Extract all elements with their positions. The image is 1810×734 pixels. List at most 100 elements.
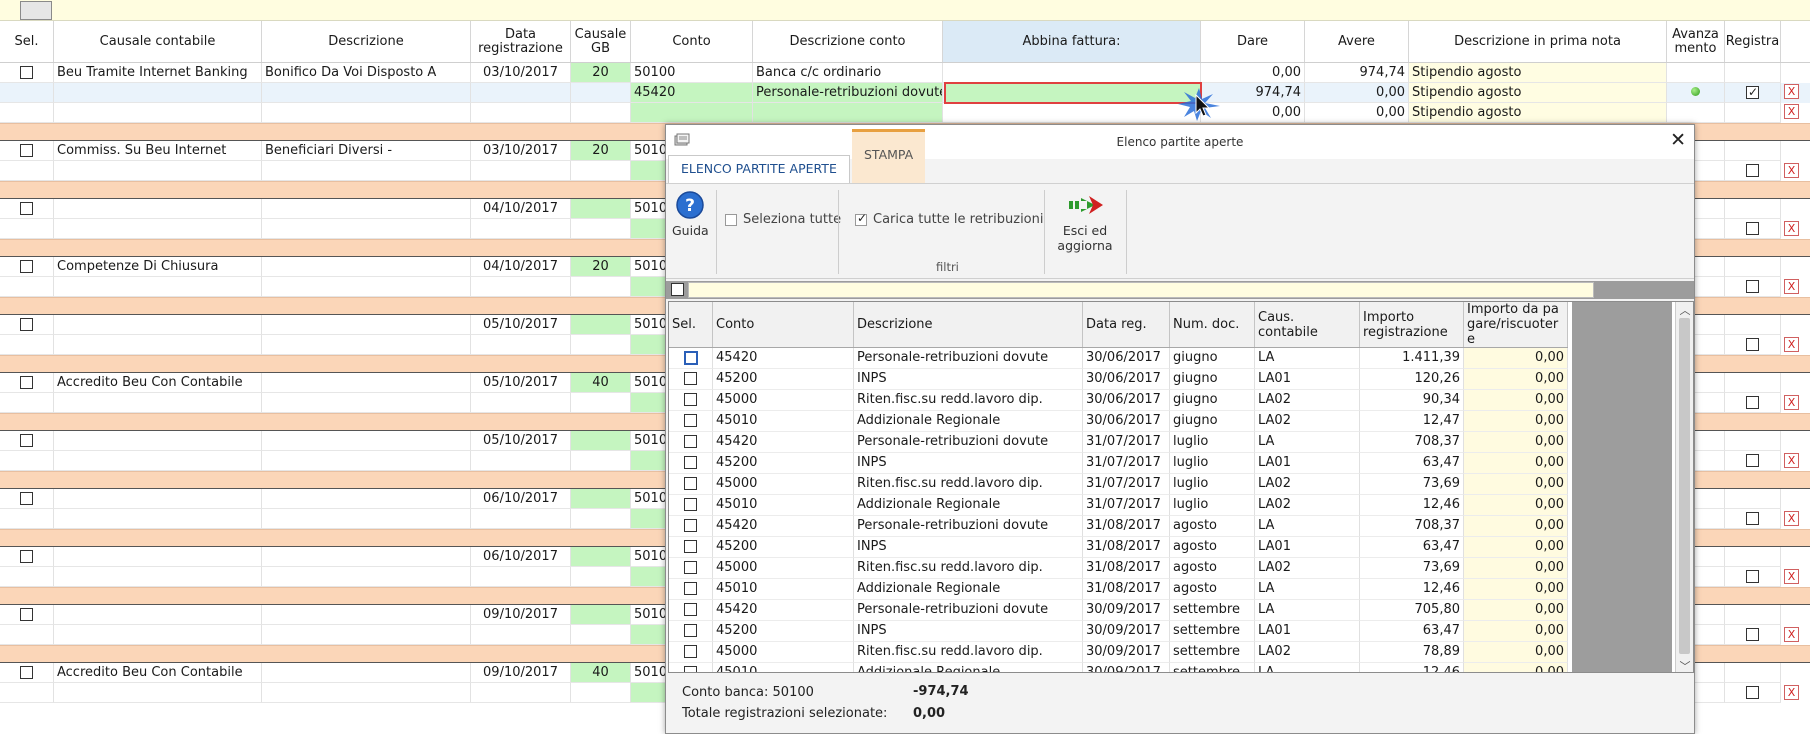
table-row[interactable]: 45420 Personale-retribuzioni dovute 974,…	[0, 83, 1810, 103]
checkbox[interactable]	[725, 213, 737, 226]
row-select-checkbox[interactable]	[20, 66, 33, 79]
select-all-checkbox[interactable]	[671, 283, 684, 296]
causale-gb-cell[interactable]: 20	[571, 63, 631, 83]
registra-checkbox[interactable]	[1746, 512, 1759, 525]
col-importo-da-pagare[interactable]: Importo da pagare/riscuotere	[1464, 302, 1568, 347]
tab-elenco-partite-aperte[interactable]: ELENCO PARTITE APERTE	[668, 155, 850, 183]
remove-row-button[interactable]: X	[1784, 337, 1799, 352]
conto-cell[interactable]	[631, 103, 753, 123]
remove-row-button[interactable]: X	[1784, 453, 1799, 468]
row-select-checkbox[interactable]	[684, 666, 697, 672]
list-item[interactable]: 45010 Addizionale Regionale 31/07/2017 lugl…	[669, 495, 1568, 516]
row-select-cell[interactable]	[669, 348, 713, 369]
registra-checkbox[interactable]	[1746, 222, 1759, 235]
col-avere[interactable]: Avere	[1305, 21, 1409, 62]
prima-nota-cell[interactable]: Stipendio agosto	[1409, 63, 1667, 83]
list-item[interactable]: 45420 Personale-retribuzioni dovute 31/08/…	[669, 516, 1568, 537]
list-item[interactable]: 45420 Personale-retribuzioni dovute 30/09/…	[669, 600, 1568, 621]
row-select-checkbox[interactable]	[684, 414, 697, 427]
avere-cell[interactable]: 0,00	[1305, 103, 1409, 123]
esci-aggiorna-button[interactable]: Esci ed aggiorna	[1050, 190, 1120, 253]
row-select-checkbox[interactable]	[684, 435, 697, 448]
row-select-checkbox[interactable]	[684, 456, 697, 469]
avere-cell[interactable]: 974,74	[1305, 63, 1409, 83]
row-select-checkbox[interactable]	[20, 666, 33, 679]
remove-row-button[interactable]: X	[1784, 569, 1799, 584]
registra-checkbox[interactable]	[1746, 628, 1759, 641]
row-select-cell[interactable]	[669, 558, 713, 579]
guida-button[interactable]: ? Guida	[672, 190, 709, 238]
col-data-reg[interactable]: Data reg.	[1083, 302, 1170, 347]
list-item[interactable]: 45420 Personale-retribuzioni dovute 30/06/…	[669, 348, 1568, 369]
row-select-checkbox[interactable]	[20, 608, 33, 621]
seleziona-tutte-checkbox[interactable]: Seleziona tutte	[725, 212, 841, 227]
registra-checkbox[interactable]	[1746, 164, 1759, 177]
col-avanzamento[interactable]: Avanza mento	[1667, 21, 1725, 62]
row-select-checkbox[interactable]	[20, 202, 33, 215]
list-item[interactable]: 45000 Riten.fisc.su redd.lavoro dip. 31/08…	[669, 558, 1568, 579]
col-conto[interactable]: Conto	[713, 302, 854, 347]
carica-retribuzioni-checkbox[interactable]: Carica tutte le retribuzioni	[855, 211, 1044, 227]
row-select-checkbox[interactable]	[684, 498, 697, 511]
row-select-checkbox[interactable]	[684, 561, 697, 574]
remove-row-button[interactable]: X	[1784, 163, 1799, 178]
descr-conto-cell[interactable]	[753, 103, 943, 123]
col-sel[interactable]: Sel.	[0, 21, 54, 62]
row-select-checkbox[interactable]	[684, 624, 697, 637]
list-item[interactable]: 45000 Riten.fisc.su redd.lavoro dip. 31/07…	[669, 474, 1568, 495]
prima-nota-cell[interactable]: Stipendio agosto	[1409, 83, 1667, 103]
row-select-cell[interactable]	[669, 537, 713, 558]
data-cell[interactable]: 03/10/2017	[471, 63, 571, 83]
col-descrizione[interactable]: Descrizione	[854, 302, 1083, 347]
col-data[interactable]: Data registrazione	[471, 21, 571, 62]
remove-row-button[interactable]: X	[1784, 104, 1799, 119]
list-item[interactable]: 45200 INPS 31/08/2017 agosto LA01 63,47 0,00	[669, 537, 1568, 558]
row-select-checkbox[interactable]	[684, 582, 697, 595]
col-conto[interactable]: Conto	[631, 21, 753, 62]
col-descr-conto[interactable]: Descrizione conto	[753, 21, 943, 62]
row-select-cell[interactable]	[669, 432, 713, 453]
close-icon[interactable]: ✕	[1670, 129, 1686, 151]
table-row[interactable]: Beu Tramite Internet Banking Bonifico Da…	[0, 63, 1810, 83]
row-select-checkbox[interactable]	[20, 144, 33, 157]
remove-row-button[interactable]: X	[1784, 84, 1799, 99]
col-sel[interactable]: Sel.	[669, 302, 713, 347]
list-item[interactable]: 45200 INPS 30/06/2017 giugno LA01 120,26 0,00	[669, 369, 1568, 390]
causale-cell[interactable]: Beu Tramite Internet Banking	[54, 63, 262, 83]
row-select-checkbox[interactable]	[684, 519, 697, 532]
col-caus-contabile[interactable]: Caus. contabile	[1255, 302, 1360, 347]
row-select-cell[interactable]	[669, 642, 713, 663]
row-select-cell[interactable]	[669, 621, 713, 642]
scroll-up-icon[interactable]: ︿	[1676, 302, 1693, 318]
col-descrizione[interactable]: Descrizione	[262, 21, 471, 62]
registra-checkbox[interactable]	[1746, 454, 1759, 467]
registra-checkbox[interactable]	[1746, 83, 1759, 102]
row-select-checkbox[interactable]	[684, 603, 697, 616]
abbina-cell[interactable]	[943, 63, 1201, 83]
registra-checkbox[interactable]	[1746, 280, 1759, 293]
list-item[interactable]: 45010 Addizionale Regionale 30/09/2017 sett…	[669, 663, 1568, 672]
row-select-cell[interactable]	[669, 369, 713, 390]
row-select-cell[interactable]	[669, 495, 713, 516]
table-row[interactable]: 0,00 0,00 Stipendio agosto	[0, 103, 1810, 123]
col-prima-nota[interactable]: Descrizione in prima nota	[1409, 21, 1667, 62]
tab-stampa[interactable]: STAMPA	[852, 129, 926, 183]
abbina-fattura-input[interactable]	[944, 82, 1202, 104]
row-select-cell[interactable]	[669, 600, 713, 621]
row-select-checkbox[interactable]	[684, 393, 697, 406]
row-select-checkbox[interactable]	[20, 260, 33, 273]
dare-cell[interactable]: 0,00	[1201, 63, 1305, 83]
remove-row-button[interactable]: X	[1784, 395, 1799, 410]
scroll-thumb[interactable]	[1679, 318, 1690, 654]
list-item[interactable]: 45010 Addizionale Regionale 30/06/2017 giug…	[669, 411, 1568, 432]
list-item[interactable]: 45200 INPS 30/09/2017 settembre LA01 63,47 0,0…	[669, 621, 1568, 642]
col-dare[interactable]: Dare	[1201, 21, 1305, 62]
row-select-checkbox[interactable]	[20, 376, 33, 389]
remove-row-button[interactable]: X	[1784, 511, 1799, 526]
row-select-cell[interactable]	[669, 390, 713, 411]
col-abbina-fattura[interactable]: Abbina fattura:	[943, 21, 1201, 62]
col-num-doc[interactable]: Num. doc.	[1170, 302, 1255, 347]
list-item[interactable]: 45010 Addizionale Regionale 31/08/2017 agos…	[669, 579, 1568, 600]
row-select-checkbox[interactable]	[20, 550, 33, 563]
descr-conto-cell[interactable]: Banca c/c ordinario	[753, 63, 943, 83]
